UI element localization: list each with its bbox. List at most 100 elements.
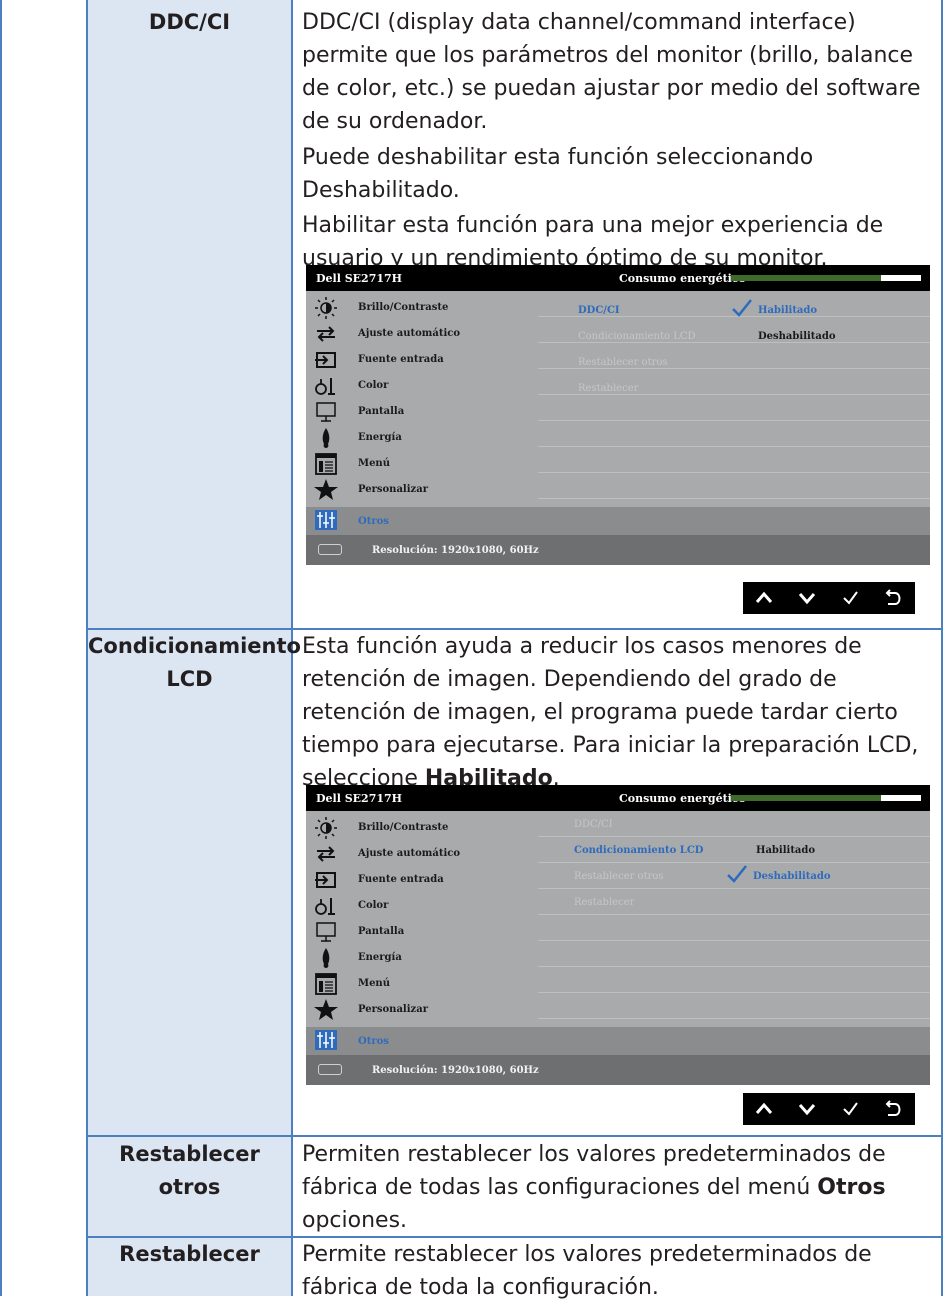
reset-others-description: Permiten restablecer los valores predete… (302, 1138, 932, 1237)
menu-item-label: Otros (358, 1036, 389, 1047)
resolution-text: Resolución: 1920x1080, 60Hz (372, 545, 539, 556)
option-enabled[interactable]: Habilitado (758, 305, 817, 316)
menu-item-menu[interactable]: Menú (306, 971, 538, 997)
menu-item-personalizar[interactable]: Personalizar (306, 997, 538, 1023)
menu-item-fuente[interactable]: Fuente entrada (306, 347, 538, 373)
submenu-lcd[interactable]: Condicionamiento LCD (578, 331, 696, 342)
submenu-lcd[interactable]: Condicionamiento LCD (574, 845, 703, 856)
osd-nav-buttons (743, 582, 915, 614)
menu-icon (315, 973, 337, 995)
menu-item-label: Personalizar (358, 484, 428, 495)
personalize-icon (314, 479, 338, 500)
menu-item-energia[interactable]: Energía (306, 425, 538, 451)
osd-footer: Resolución: 1920x1080, 60Hz (306, 1055, 930, 1085)
menu-item-label: Pantalla (358, 926, 405, 937)
energy-icon (322, 428, 330, 448)
submenu-reset-others[interactable]: Restablecer otros (574, 871, 664, 882)
menu-item-label: Energía (358, 432, 402, 443)
vga-connector-icon (318, 544, 342, 555)
ddcci-description: DDC/CI (display data channel/command int… (302, 10, 921, 134)
osd-menu-lcd: Dell SE2717H Consumo energético Brillo/C… (306, 785, 930, 1085)
menu-item-label: Color (358, 900, 389, 911)
menu-item-brillo[interactable]: Brillo/Contraste (306, 295, 538, 321)
label-line: Condicionamiento (88, 634, 301, 658)
label-line: Restablecer (119, 1142, 260, 1166)
menu-item-brillo[interactable]: Brillo/Contraste (306, 815, 538, 841)
menu-item-label: Ajuste automático (358, 328, 461, 339)
osd-nav-buttons (743, 1093, 915, 1125)
submenu-row (538, 447, 930, 473)
menu-item-otros[interactable]: Otros (306, 507, 930, 535)
submenu-ddcci[interactable]: DDC/CI (574, 819, 613, 830)
menu-item-pantalla[interactable]: Pantalla (306, 399, 538, 425)
submenu-ddcci[interactable]: DDC/CI (578, 305, 620, 316)
others-icon (315, 510, 337, 530)
back-icon[interactable] (872, 582, 915, 614)
osd-footer: Resolución: 1920x1080, 60Hz (306, 535, 930, 565)
submenu-row (538, 421, 930, 447)
vga-connector-icon (318, 1064, 342, 1075)
auto-adjust-icon (317, 846, 335, 862)
osd-submenu-panel (538, 291, 930, 535)
submenu-row (538, 993, 930, 1019)
menu-item-otros[interactable]: Otros (306, 1027, 930, 1055)
color-icon (315, 378, 335, 395)
down-icon[interactable] (786, 582, 829, 614)
menu-item-label: Pantalla (358, 406, 405, 417)
menu-item-label: Menú (358, 458, 390, 469)
up-icon[interactable] (743, 1093, 786, 1125)
submenu-reset-others[interactable]: Restablecer otros (578, 357, 668, 368)
checkmark-icon (727, 865, 747, 883)
text-part: opciones. (302, 1208, 408, 1233)
submenu-row (538, 941, 930, 967)
submenu-reset[interactable]: Restablecer (574, 897, 634, 908)
menu-item-color[interactable]: Color (306, 373, 538, 399)
check-icon[interactable] (829, 1093, 872, 1125)
row-label-reset-others: Restablecer otros (88, 1138, 291, 1204)
row-label-lcd: Condicionamiento LCD (88, 630, 301, 696)
menu-item-color[interactable]: Color (306, 893, 538, 919)
energy-meter-remaining (881, 275, 921, 281)
osd-model: Dell SE2717H (316, 792, 403, 805)
menu-item-label: Fuente entrada (358, 354, 444, 365)
energy-meter-remaining (881, 795, 921, 801)
menu-item-fuente[interactable]: Fuente entrada (306, 867, 538, 893)
row-label-ddcci: DDC/CI (148, 10, 231, 34)
osd-energy-label: Consumo energético (619, 792, 746, 805)
menu-item-pantalla[interactable]: Pantalla (306, 919, 538, 945)
up-icon[interactable] (743, 582, 786, 614)
reset-description: Permite restablecer los valores predeter… (302, 1242, 872, 1300)
table-border-left (0, 0, 2, 1296)
energy-meter (731, 795, 881, 801)
settings-table: DDC/CI DDC/CI (display data channel/comm… (0, 0, 943, 1300)
submenu-reset[interactable]: Restablecer (578, 383, 638, 394)
menu-item-personalizar[interactable]: Personalizar (306, 477, 538, 503)
input-source-icon (315, 352, 336, 368)
menu-item-energia[interactable]: Energía (306, 945, 538, 971)
menu-item-label: Brillo/Contraste (358, 302, 449, 313)
brightness-icon (315, 817, 337, 839)
submenu-row (538, 915, 930, 941)
display-icon (316, 922, 336, 942)
checkmark-icon (732, 299, 752, 317)
submenu-row (538, 967, 930, 993)
down-icon[interactable] (786, 1093, 829, 1125)
menu-item-label: Personalizar (358, 1004, 428, 1015)
osd-title-bar: Dell SE2717H Consumo energético (306, 785, 930, 811)
option-disabled[interactable]: Deshabilitado (758, 331, 836, 342)
back-icon[interactable] (872, 1093, 915, 1125)
text-part: Esta función ayuda a reducir los casos m… (302, 634, 919, 791)
check-icon[interactable] (829, 582, 872, 614)
energy-icon (322, 948, 330, 968)
option-disabled[interactable]: Deshabilitado (753, 871, 831, 882)
osd-energy-label: Consumo energético (619, 272, 746, 285)
energy-meter (731, 275, 881, 281)
osd-model: Dell SE2717H (316, 272, 403, 285)
menu-item-ajuste[interactable]: Ajuste automático (306, 321, 538, 347)
label-line: otros (158, 1175, 221, 1199)
auto-adjust-icon (317, 326, 335, 342)
option-enabled[interactable]: Habilitado (756, 845, 815, 856)
menu-item-menu[interactable]: Menú (306, 451, 538, 477)
row-label-reset: Restablecer (119, 1242, 260, 1266)
menu-item-ajuste[interactable]: Ajuste automático (306, 841, 538, 867)
